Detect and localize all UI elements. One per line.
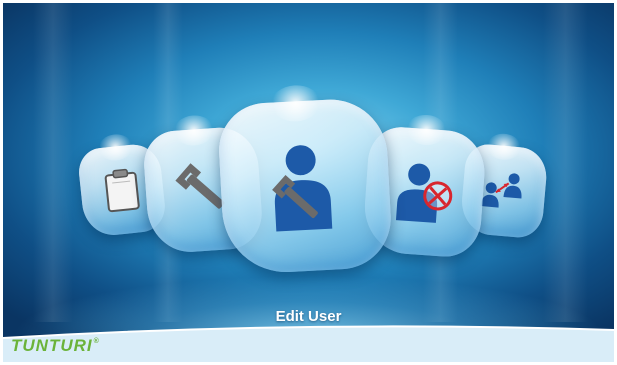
selected-item-label: Edit User — [275, 308, 342, 325]
brand-name: TUNTURI — [11, 336, 93, 355]
tile-highlight — [485, 132, 522, 162]
brand-logo: TUNTURI® — [11, 336, 100, 356]
tile-highlight — [97, 132, 134, 163]
user-wrench-icon — [272, 145, 333, 232]
registered-mark: ® — [93, 338, 100, 345]
menu-screen: Edit User TUNTURI® — [3, 3, 614, 362]
menu-item-edit-user[interactable] — [216, 84, 394, 276]
user-transfer-icon — [480, 173, 522, 208]
tile-highlight — [269, 84, 322, 123]
user-delete-icon — [395, 163, 452, 223]
footer-bar: TUNTURI® — [3, 324, 614, 362]
tile-highlight — [172, 114, 215, 147]
clipboard-icon — [104, 168, 140, 213]
